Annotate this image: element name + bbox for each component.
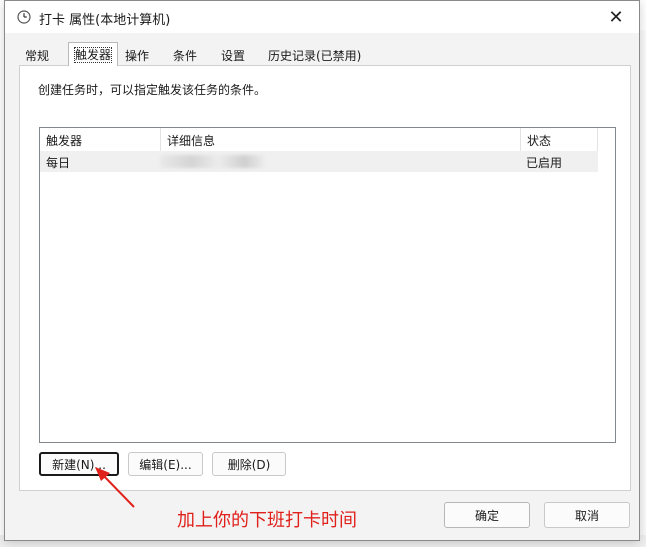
tab-general[interactable]: 常规 <box>19 44 55 65</box>
title-bar[interactable]: 打卡 属性(本地计算机) ✕ <box>5 1 639 33</box>
redacted-details <box>160 155 266 168</box>
task-properties-dialog: 打卡 属性(本地计算机) ✕ 常规 触发器 操作 条件 设置 历史记录(已禁用)… <box>4 0 640 541</box>
ok-button[interactable]: 确定 <box>444 502 530 528</box>
tab-triggers[interactable]: 触发器 <box>68 42 119 66</box>
close-button[interactable]: ✕ <box>593 1 639 33</box>
row-status: 已启用 <box>526 156 563 170</box>
clock-icon <box>17 10 31 24</box>
annotation-text: 加上你的下班打卡时间 <box>177 510 357 531</box>
column-trigger[interactable]: 触发器 <box>40 128 161 151</box>
tab-history[interactable]: 历史记录(已禁用) <box>262 44 367 65</box>
edit-trigger-button[interactable]: 编辑(E)... <box>128 452 203 476</box>
triggers-panel: 创建任务时，可以指定触发该任务的条件。 触发器 详细信息 状态 每日 已启用 新… <box>19 65 631 491</box>
column-details[interactable]: 详细信息 <box>161 128 521 151</box>
triggers-list[interactable]: 触发器 详细信息 状态 每日 已启用 <box>39 127 616 443</box>
row-trigger: 每日 <box>46 156 71 170</box>
close-icon: ✕ <box>608 6 624 28</box>
tab-conditions[interactable]: 条件 <box>167 44 203 65</box>
cancel-button[interactable]: 取消 <box>544 502 630 528</box>
panel-description: 创建任务时，可以指定触发该任务的条件。 <box>38 83 267 97</box>
delete-trigger-button[interactable]: 删除(D) <box>212 452 286 476</box>
tab-settings[interactable]: 设置 <box>215 44 251 65</box>
tab-actions[interactable]: 操作 <box>119 44 155 65</box>
new-trigger-button[interactable]: 新建(N)... <box>39 452 119 476</box>
column-status[interactable]: 状态 <box>521 128 598 151</box>
table-row[interactable]: 每日 已启用 <box>40 151 598 172</box>
window-title: 打卡 属性(本地计算机) <box>39 13 171 28</box>
